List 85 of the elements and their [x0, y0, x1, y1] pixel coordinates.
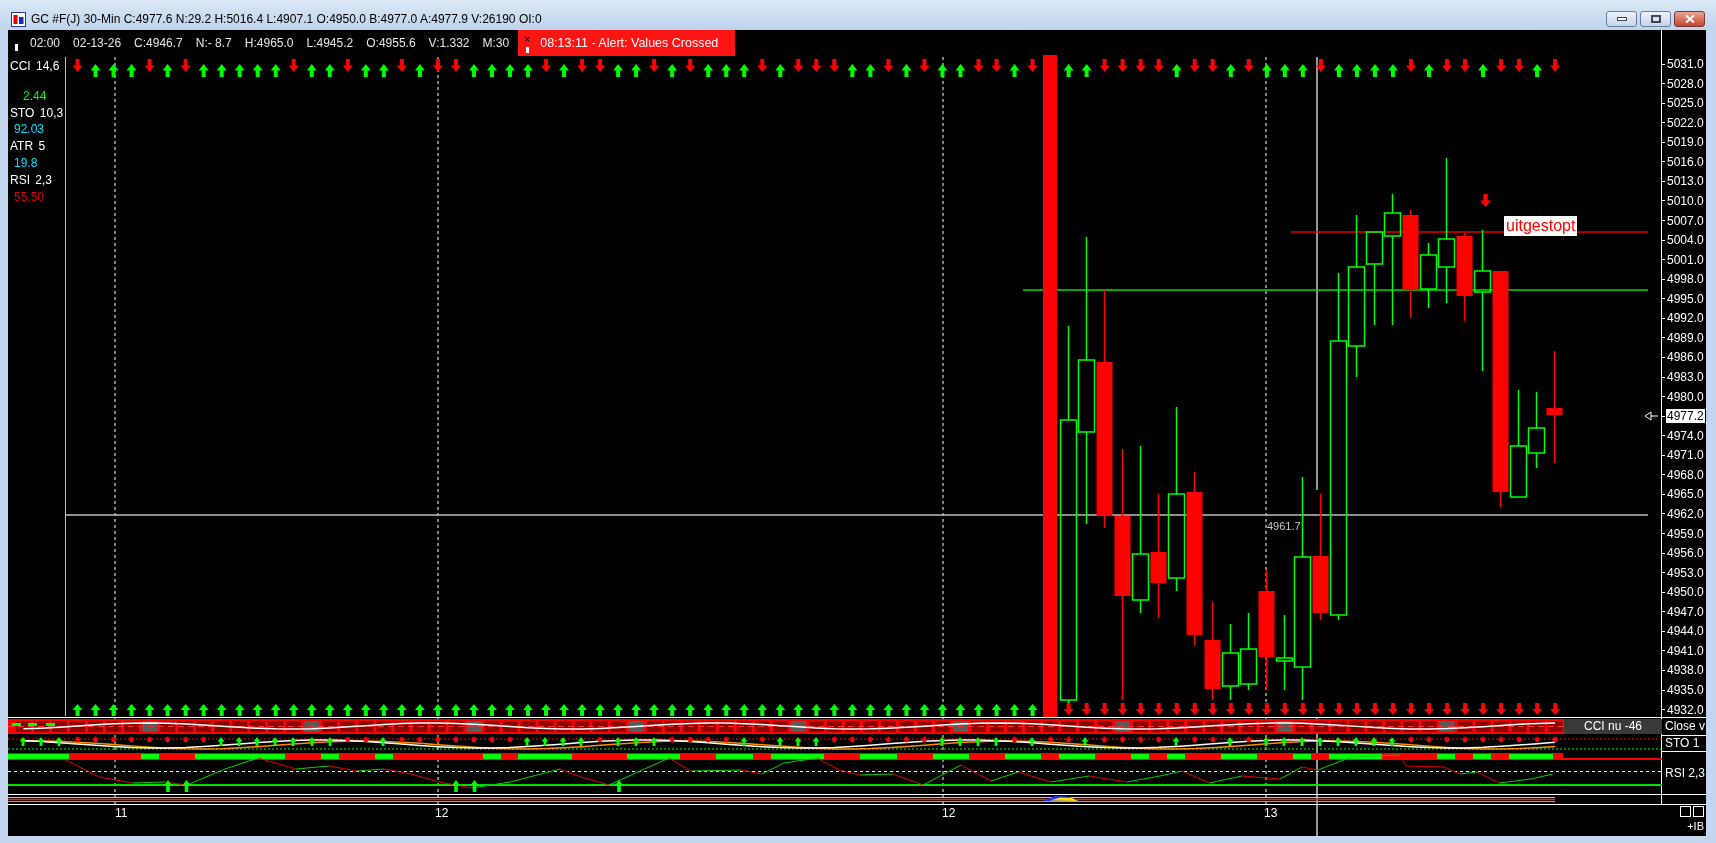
indicator-value: 55.50	[14, 188, 45, 206]
price-label: 5010.0	[1666, 193, 1704, 208]
price-label: 4965.0	[1666, 487, 1704, 502]
price-label: 4962.0	[1666, 506, 1704, 521]
price-label: 4950.0	[1666, 585, 1704, 600]
panel-divider	[1661, 735, 1706, 736]
indicator-name: CCI 14,6	[10, 58, 60, 75]
price-label: 5007.0	[1666, 213, 1704, 228]
indicator-name: STO 10,3	[10, 104, 64, 122]
close-button[interactable]: ×	[524, 33, 531, 45]
down-arrow-icon	[1480, 194, 1491, 207]
app-logo-icon	[11, 11, 26, 27]
price-label: 5016.0	[1666, 154, 1704, 169]
quote-field: 02-13-26	[73, 34, 122, 52]
price-label: 5025.0	[1666, 96, 1704, 111]
price-label: 5004.0	[1666, 233, 1704, 248]
price-label: 4989.0	[1666, 330, 1704, 345]
price-label: 4986.0	[1666, 350, 1704, 365]
window-title: GC #F(J) 30-Min C:4977.6 N:29.2 H:5016.4 L:4907.1 O:4950.0 B:4977.0 A:4977.9 V:26190 OI:0	[31, 11, 542, 28]
price-label: 4980.0	[1666, 389, 1704, 404]
panel-label: Close v	[1665, 719, 1705, 733]
indicator-name: ATR 5	[10, 138, 46, 155]
corner-label: +IB	[1687, 819, 1704, 835]
price-pointer-icon	[1644, 411, 1659, 421]
quote-field: 02:00	[30, 34, 61, 52]
panel-toggle-button[interactable]	[1680, 805, 1691, 817]
quote-field: N:- 8.7	[195, 34, 232, 52]
close-icon	[1684, 15, 1695, 23]
panel-label: STO 1	[1665, 736, 1700, 750]
price-label: 5022.0	[1666, 115, 1704, 130]
indicator-value: 92.03	[14, 121, 45, 139]
close-button[interactable]	[1674, 11, 1705, 27]
price-label: 4959.0	[1666, 526, 1704, 541]
indicator-value: 2.44	[23, 87, 47, 105]
price-level-label: 4961.7	[1267, 519, 1301, 533]
up-arrow-icon	[470, 780, 479, 792]
price-label: 4938.0	[1666, 663, 1704, 678]
price-label: 4935.0	[1666, 683, 1704, 697]
minimize-button[interactable]	[1606, 11, 1637, 27]
time-label: 12	[435, 806, 449, 820]
up-arrow-icon	[451, 780, 461, 792]
price-label: 4998.0	[1666, 272, 1704, 287]
marker-icon	[525, 46, 529, 53]
quote-field: O:4955.6	[366, 34, 416, 52]
price-label: 4944.0	[1666, 624, 1704, 639]
indicator-name: RSI 2,3	[10, 171, 53, 189]
stop-label: uitgestopt	[1504, 216, 1578, 236]
price-label: 4956.0	[1666, 546, 1704, 561]
price-label: 5028.0	[1666, 76, 1704, 91]
price-label: 4947.0	[1666, 604, 1704, 619]
price-label: 4941.0	[1666, 643, 1704, 658]
price-label: 4968.0	[1666, 467, 1704, 482]
indicator-value: 19.8	[14, 155, 38, 172]
price-label: 5019.0	[1666, 135, 1704, 150]
price-label: 4953.0	[1666, 565, 1704, 580]
price-label: 4983.0	[1666, 370, 1704, 384]
quote-field: H:4965.0	[244, 34, 294, 52]
alert-message: 08:13:11 - Alert: Values Crossed	[540, 34, 719, 52]
quote-field: C:4946.7	[134, 34, 183, 52]
up-arrow-icon	[163, 780, 173, 792]
panel-label: RSI 2,3	[1665, 765, 1706, 780]
quote-field: M:30	[482, 34, 510, 52]
price-label: 4995.0	[1666, 291, 1704, 306]
price-label: 5031.0	[1666, 57, 1704, 71]
up-arrow-icon	[614, 780, 624, 792]
maximize-button[interactable]	[1640, 11, 1671, 27]
indicator-readout: CCI nu -46	[1564, 719, 1662, 734]
time-label: 12	[942, 806, 956, 820]
panel-toggle-button[interactable]	[1693, 805, 1704, 817]
minimize-icon	[1616, 17, 1627, 21]
quote-field: V:1.332	[428, 34, 470, 52]
time-label: 11	[115, 806, 128, 820]
panel-divider	[1661, 751, 1706, 752]
quote-field: L:4945.2	[306, 34, 354, 52]
price-label: 4974.0	[1666, 428, 1704, 443]
restore-icon	[1650, 15, 1661, 23]
up-arrow-icon	[182, 780, 191, 792]
price-label: 4992.0	[1666, 311, 1704, 326]
price-label: 4971.0	[1666, 448, 1704, 463]
current-price-label: 4977.2	[1666, 409, 1705, 424]
price-label: 5013.0	[1666, 174, 1704, 189]
price-label: 5001.0	[1666, 252, 1704, 267]
time-label: 13	[1264, 806, 1278, 820]
price-label: 4932.0	[1666, 702, 1704, 717]
marker-icon	[15, 44, 18, 51]
